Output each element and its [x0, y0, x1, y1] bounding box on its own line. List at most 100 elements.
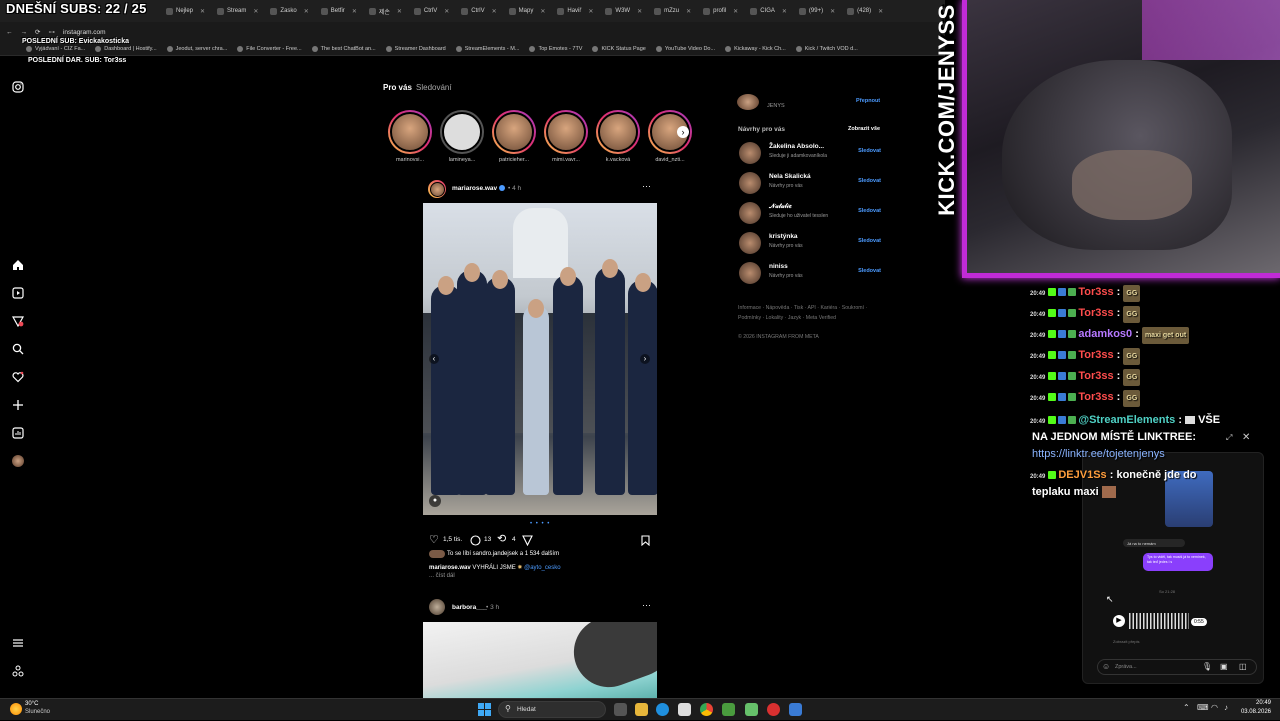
tab-close-icon[interactable]: ✕: [830, 8, 835, 15]
taskbar-search-box[interactable]: ⚲ Hledat: [498, 701, 606, 718]
story-item[interactable]: marinovsi...: [387, 110, 433, 163]
chrome-icon[interactable]: [700, 703, 713, 716]
post-avatar[interactable]: [428, 180, 446, 198]
show-transcript-link[interactable]: Zobrazit přepis: [1113, 639, 1139, 644]
browser-tab[interactable]: (99+) ✕: [793, 0, 841, 22]
store-icon[interactable]: [678, 703, 691, 716]
messages-icon[interactable]: [11, 314, 25, 328]
browser-tab[interactable]: CIGA ✕: [744, 0, 793, 22]
tab-close-icon[interactable]: ✕: [588, 8, 593, 15]
task-view-icon[interactable]: [614, 703, 627, 716]
tray-chevron-icon[interactable]: ⌃: [1183, 703, 1190, 712]
tab-close-icon[interactable]: ✕: [637, 8, 642, 15]
chat-username[interactable]: Tor3ss: [1078, 307, 1113, 319]
tab-close-icon[interactable]: ✕: [686, 8, 691, 15]
image-prev-icon[interactable]: ‹: [429, 354, 439, 364]
emoji-icon[interactable]: ☺: [1102, 662, 1110, 671]
bookmark-item[interactable]: Vyjádvaní - CIZ Fa...: [26, 45, 85, 52]
like-heart-icon[interactable]: ♡: [429, 533, 439, 546]
voice-waveform[interactable]: [1129, 613, 1189, 629]
chat-username[interactable]: Tor3ss: [1078, 391, 1113, 403]
file-explorer-icon[interactable]: [635, 703, 648, 716]
story-item[interactable]: k.vacková: [595, 110, 641, 163]
footer-links[interactable]: Informace · Nápověda · Tisk · API · Kari…: [738, 305, 867, 311]
chat-username[interactable]: adamkos0: [1078, 328, 1132, 340]
browser-tab[interactable]: Haviř ✕: [551, 0, 599, 22]
browser-tab[interactable]: Betfir ✕: [315, 0, 363, 22]
bookmark-item[interactable]: Top Emotes - 7TV: [529, 45, 582, 52]
tab-close-icon[interactable]: ✕: [304, 8, 309, 15]
follow-button[interactable]: Sledovat: [858, 148, 881, 154]
caption-username[interactable]: mariarose.wav: [429, 565, 471, 571]
caption-mention[interactable]: @ayto_cesko: [524, 565, 560, 571]
tagged-user-icon[interactable]: ●: [429, 495, 441, 507]
suggestion-name[interactable]: 𝒩𝒶𝓉𝒶𝓁𝒾𝑒: [769, 203, 791, 211]
tab-close-icon[interactable]: ✕: [878, 8, 883, 15]
post2-more-icon[interactable]: ···: [642, 600, 651, 610]
save-bookmark-icon[interactable]: [641, 533, 650, 551]
start-windows-icon[interactable]: [478, 703, 491, 721]
browser-tab[interactable]: CtrlV ✕: [455, 0, 502, 22]
network-icon[interactable]: ⌨: [1197, 703, 1209, 712]
suggestion-avatar[interactable]: [739, 142, 761, 164]
tab-close-icon[interactable]: ✕: [492, 8, 497, 15]
account-avatar[interactable]: [737, 94, 759, 110]
search-icon[interactable]: [11, 342, 25, 356]
browser-tab[interactable]: Zasko ✕: [264, 0, 314, 22]
tab-close-icon[interactable]: ✕: [733, 8, 738, 15]
browser-tab[interactable]: Stream ✕: [211, 0, 264, 22]
bookmark-item[interactable]: YouTube Video Do...: [655, 45, 715, 52]
chat-username[interactable]: Tor3ss: [1078, 349, 1113, 361]
chat-username[interactable]: Tor3ss: [1078, 370, 1113, 382]
forward-icon[interactable]: →: [21, 29, 28, 36]
voice-play-icon[interactable]: ▶: [1113, 615, 1125, 627]
footer-links-2[interactable]: Podmínky · Lokality · Jazyk · Meta Verif…: [738, 315, 836, 321]
reload-icon[interactable]: ⟳: [35, 28, 40, 36]
edge-browser-icon[interactable]: [656, 703, 669, 716]
tab-close-icon[interactable]: ✕: [444, 8, 449, 15]
profile-avatar-icon[interactable]: [11, 454, 25, 468]
browser-tab[interactable]: CtrlV ✕: [408, 0, 455, 22]
browser-tab[interactable]: profil ✕: [697, 0, 744, 22]
obs-kick-icon[interactable]: [745, 703, 758, 716]
switch-account-link[interactable]: Přepnout: [856, 98, 880, 104]
suggestion-name[interactable]: kristýnka: [769, 233, 798, 240]
browser-tab[interactable]: (428) ✕: [841, 0, 889, 22]
suggestion-avatar[interactable]: [739, 172, 761, 194]
post-image[interactable]: ‹ › ●: [423, 203, 657, 515]
apps-icon[interactable]: [11, 664, 25, 678]
clock-time[interactable]: 20:49: [1241, 700, 1271, 706]
bookmark-item[interactable]: Dashboard | Hostify...: [95, 45, 157, 52]
tab-close-icon[interactable]: ✕: [397, 8, 402, 15]
post2-image[interactable]: [423, 622, 657, 698]
create-plus-icon[interactable]: [11, 398, 25, 412]
liked-by-text[interactable]: To se líbí sandro.jandejsek a 1 534 dalš…: [447, 551, 559, 557]
follow-button[interactable]: Sledovat: [858, 208, 881, 214]
notifications-heart-icon[interactable]: [11, 370, 25, 384]
tab-following[interactable]: Sledování: [416, 83, 452, 92]
suggestion-avatar[interactable]: [739, 232, 761, 254]
wifi-icon[interactable]: ◠: [1211, 703, 1218, 712]
post-more-icon[interactable]: ···: [642, 181, 651, 191]
follow-button[interactable]: Sledovat: [858, 238, 881, 244]
address-bar[interactable]: ← → ⟳ ⊶ instagram.com: [0, 22, 945, 42]
microphone-icon[interactable]: 🎙: [1202, 662, 1212, 671]
clock-date[interactable]: 03.08.2026: [1238, 709, 1271, 715]
chat-username[interactable]: Tor3ss: [1078, 286, 1113, 298]
bookmark-item[interactable]: KICK Status Page: [592, 45, 646, 52]
browser-tab[interactable]: Mapy ✕: [503, 0, 552, 22]
chat-username[interactable]: @StreamElements: [1078, 414, 1175, 426]
post2-avatar[interactable]: [429, 599, 445, 615]
tab-for-you[interactable]: Pro vás: [383, 83, 412, 92]
suggestion-name[interactable]: Nela Skalická: [769, 173, 811, 180]
tab-close-icon[interactable]: ✕: [352, 8, 357, 15]
browser-tab[interactable]: mZzu ✕: [648, 0, 697, 22]
bookmark-item[interactable]: File Converter - Free...: [237, 45, 302, 52]
app-icon-2[interactable]: [789, 703, 802, 716]
suggestion-name[interactable]: niniss: [769, 263, 788, 270]
browser-tab[interactable]: 제손 ✕: [363, 0, 408, 22]
gallery-icon[interactable]: ▣: [1220, 662, 1228, 671]
post2-username[interactable]: barbora___: [452, 604, 487, 611]
menu-hamburger-icon[interactable]: [11, 636, 25, 650]
bookmark-item[interactable]: Kick / Twitch VOD d...: [795, 45, 858, 52]
